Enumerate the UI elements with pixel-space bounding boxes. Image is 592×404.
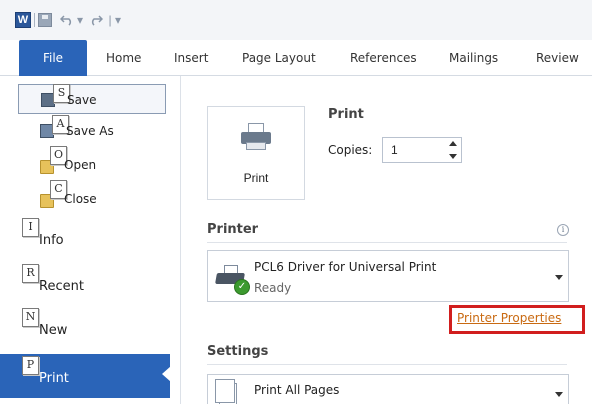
tab-review[interactable]: Review	[536, 40, 579, 76]
tab-home[interactable]: Home	[106, 40, 141, 76]
undo-icon[interactable]	[60, 12, 74, 28]
printer-status: Ready	[254, 281, 292, 295]
qat-separator-glyph: |	[108, 13, 112, 27]
keytip-print: P	[22, 356, 39, 375]
backstage-nav: S Save A Save As O Open C Close I Info R…	[0, 76, 180, 404]
chevron-down-icon	[555, 392, 563, 397]
tab-mailings[interactable]: Mailings	[449, 40, 498, 76]
copies-stepper[interactable]: 1	[382, 137, 462, 163]
printer-dropdown[interactable]: ✓ PCL6 Driver for Universal Print Ready	[207, 250, 569, 302]
nav-info[interactable]: I Info	[0, 218, 180, 258]
settings-section-divider	[207, 364, 567, 365]
ribbon-tabs: File Home Insert Page Layout References …	[0, 40, 592, 76]
print-button-label: Print	[243, 171, 269, 185]
nav-info-label: Info	[39, 233, 64, 248]
tab-references[interactable]: References	[350, 40, 417, 76]
printer-ready-icon: ✓	[215, 261, 250, 295]
nav-close-label: Close	[64, 192, 97, 206]
printer-name: PCL6 Driver for Universal Print	[254, 260, 437, 274]
printer-section-divider	[207, 242, 567, 243]
undo-dropdown-icon[interactable]: ▾	[76, 12, 84, 28]
printer-properties-link[interactable]: Printer Properties	[457, 311, 561, 325]
nav-open[interactable]: O Open	[18, 146, 166, 180]
keytip-new: N	[22, 308, 39, 327]
print-pages-label: Print All Pages	[254, 383, 340, 397]
chevron-down-icon	[555, 275, 563, 280]
spin-down-icon[interactable]	[449, 154, 457, 159]
nav-divider	[180, 76, 181, 404]
nav-save-as[interactable]: A Save As	[18, 115, 166, 146]
nav-open-label: Open	[64, 158, 97, 172]
print-pages-dropdown[interactable]: Print All Pages	[207, 374, 569, 404]
nav-save-label: Save	[67, 93, 97, 107]
copies-label: Copies:	[328, 143, 373, 157]
nav-print[interactable]: P Print	[0, 354, 171, 398]
qat-separator	[34, 13, 35, 27]
tab-page-layout[interactable]: Page Layout	[242, 40, 316, 76]
tab-insert[interactable]: Insert	[174, 40, 208, 76]
nav-save-as-label: Save As	[66, 124, 114, 138]
printer-icon	[241, 123, 271, 151]
pages-icon	[215, 379, 237, 404]
redo-icon[interactable]	[89, 12, 103, 28]
settings-section-title: Settings	[207, 344, 269, 359]
word-logo-icon: W	[15, 12, 31, 28]
nav-recent-label: Recent	[39, 279, 84, 294]
info-icon[interactable]: i	[557, 224, 569, 236]
printer-section-title: Printer	[207, 222, 259, 237]
spin-up-icon[interactable]	[449, 141, 457, 146]
nav-save[interactable]: S Save	[18, 84, 166, 114]
keytip-info: I	[22, 218, 39, 237]
nav-close[interactable]: C Close	[18, 180, 166, 214]
tab-file[interactable]: File	[19, 40, 87, 76]
nav-print-label: Print	[39, 371, 69, 386]
copies-value: 1	[391, 143, 398, 157]
print-button[interactable]: Print	[207, 106, 305, 200]
nav-new[interactable]: N New	[0, 308, 180, 348]
print-section-title: Print	[328, 107, 364, 122]
save-icon[interactable]	[38, 13, 52, 27]
quick-access-toolbar: W ▾ | ▾	[0, 0, 592, 40]
copies-spinner[interactable]	[448, 141, 458, 159]
nav-recent[interactable]: R Recent	[0, 264, 180, 304]
customize-qat-icon[interactable]: ▾	[114, 12, 122, 28]
nav-new-label: New	[39, 323, 68, 338]
keytip-recent: R	[22, 264, 39, 283]
